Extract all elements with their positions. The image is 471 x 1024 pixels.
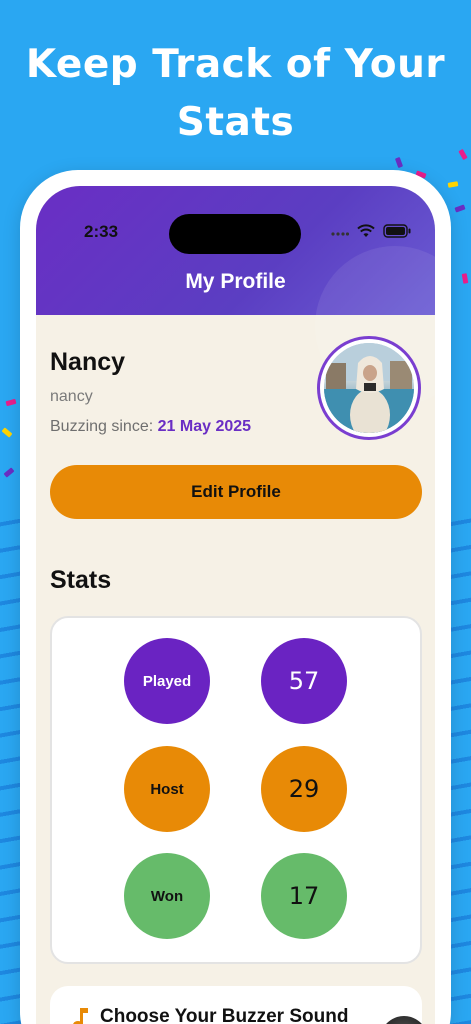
confetti xyxy=(447,181,459,188)
headline-line-1: Keep Track of Your xyxy=(25,42,446,87)
status-icons xyxy=(331,224,411,238)
since-label: Buzzing since: xyxy=(50,418,154,435)
confetti xyxy=(3,467,15,478)
stats-card: Played 57 Host 29 Won 17 xyxy=(50,616,422,964)
confetti xyxy=(454,204,466,213)
since-date: 21 May 2025 xyxy=(157,418,252,435)
stat-value: 57 xyxy=(288,667,320,695)
battery-icon xyxy=(383,224,411,238)
stat-won-label-circle: Won xyxy=(124,853,210,939)
app-header: 2:33 My Profile xyxy=(36,186,435,406)
signal-icon xyxy=(331,232,349,236)
stat-label: Won xyxy=(150,887,184,905)
status-time: 2:33 xyxy=(84,222,119,241)
phone-frame: 2:33 My Profile Nancy nancy Buzzing sinc… xyxy=(20,170,451,1024)
music-note-icon xyxy=(73,1008,88,1024)
headline-line-2: Stats xyxy=(176,100,295,145)
avatar[interactable] xyxy=(317,336,421,440)
confetti xyxy=(461,273,469,284)
stats-heading: Stats xyxy=(50,566,112,594)
stat-value: 29 xyxy=(288,775,320,803)
buzzer-icon xyxy=(380,1016,428,1024)
profile-username: nancy xyxy=(50,388,93,405)
buzzer-sound-label: Choose Your Buzzer Sound xyxy=(100,1006,349,1024)
edit-profile-button[interactable]: Edit Profile xyxy=(50,465,422,519)
headline: Keep Track of Your Stats xyxy=(0,36,471,152)
avatar-photo xyxy=(324,343,414,433)
profile-since: Buzzing since: 21 May 2025 xyxy=(50,418,251,436)
stat-played-value-circle: 57 xyxy=(261,638,347,724)
stat-played-label-circle: Played xyxy=(124,638,210,724)
confetti xyxy=(1,427,13,438)
dynamic-island xyxy=(169,214,301,254)
profile-name: Nancy xyxy=(50,348,126,376)
stat-label: Host xyxy=(150,780,184,798)
buzzer-sound-card[interactable]: Choose Your Buzzer Sound xyxy=(50,986,428,1024)
app-screen: 2:33 My Profile Nancy nancy Buzzing sinc… xyxy=(36,186,435,1024)
stat-value: 17 xyxy=(288,882,320,910)
wifi-icon xyxy=(357,224,375,237)
person-photo-icon xyxy=(324,343,414,433)
confetti xyxy=(394,156,404,169)
stat-won-value-circle: 17 xyxy=(261,853,347,939)
stat-host-label-circle: Host xyxy=(124,746,210,832)
page-title: My Profile xyxy=(185,270,286,293)
stat-label: Played xyxy=(142,672,192,690)
stat-host-value-circle: 29 xyxy=(261,746,347,832)
confetti xyxy=(5,398,17,407)
